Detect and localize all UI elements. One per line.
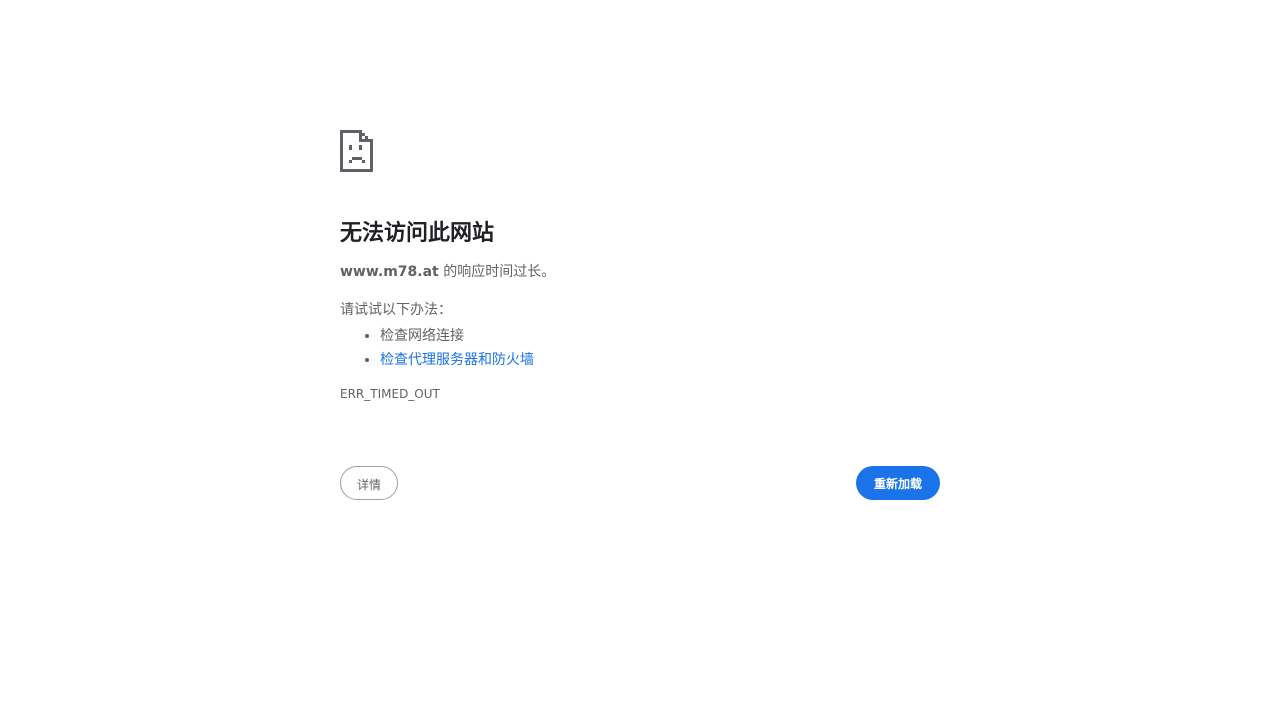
error-code: ERR_TIMED_OUT [340,387,440,401]
page-title: 无法访问此网站 [340,221,495,246]
summary-text: 的响应时间过长。 [438,264,556,280]
check-proxy-firewall-link[interactable]: 检查代理服务器和防火墙 [380,352,534,368]
button-row: 详情 重新加载 [340,466,940,502]
reload-button[interactable]: 重新加载 [856,466,940,500]
suggestion-label: 检查网络连接 [380,328,464,344]
details-button[interactable]: 详情 [340,466,398,500]
error-content: 无法访问此网站 www.m78.at 的响应时间过长。 请试试以下办法： 检查网… [340,130,940,402]
suggestion-check-connection: 检查网络连接 [380,324,940,348]
suggestion-check-proxy: 检查代理服务器和防火墙 [380,348,940,372]
error-summary: www.m78.at 的响应时间过长。 [340,262,940,282]
sad-page-icon [340,130,373,172]
host-name: www.m78.at [340,264,439,280]
suggestions-list: 检查网络连接 检查代理服务器和防火墙 [340,324,940,372]
suggestions-heading: 请试试以下办法： [340,302,452,318]
